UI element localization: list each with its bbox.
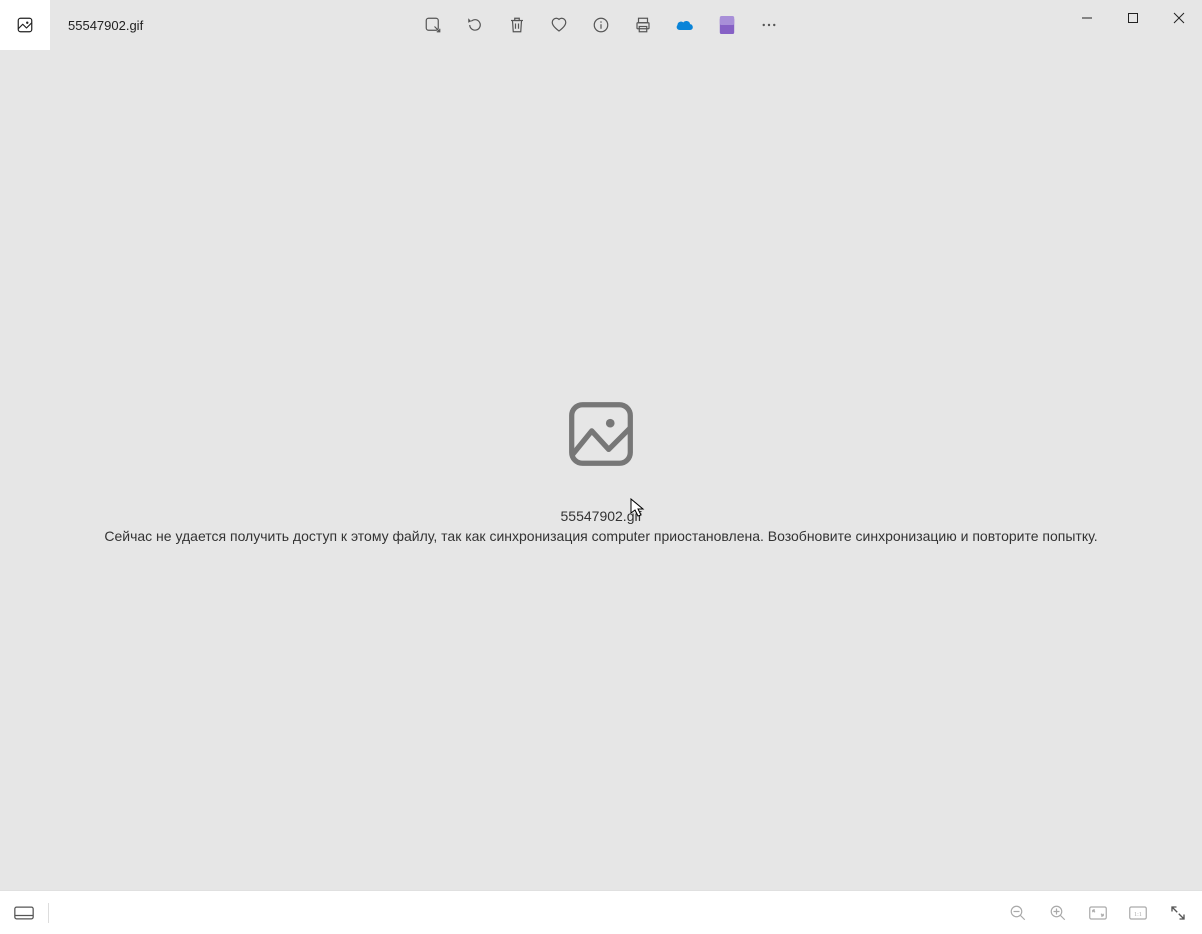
titlebar: 55547902.gif — [0, 0, 1202, 50]
minimize-icon — [1081, 12, 1093, 24]
print-button[interactable] — [633, 15, 653, 35]
error-message: Сейчас не удается получить доступ к этом… — [104, 528, 1097, 544]
clipchamp-button[interactable] — [717, 15, 737, 35]
image-placeholder — [564, 397, 638, 476]
toolbar — [423, 15, 779, 35]
divider — [48, 903, 49, 923]
more-icon — [760, 16, 778, 34]
photo-app-icon — [16, 16, 34, 34]
edit-button[interactable] — [423, 15, 443, 35]
svg-text:1:1: 1:1 — [1134, 912, 1142, 918]
fit-button[interactable] — [1088, 903, 1108, 923]
fit-icon — [1089, 906, 1107, 920]
actual-size-icon: 1:1 — [1129, 906, 1147, 920]
zoom-in-button[interactable] — [1048, 903, 1068, 923]
print-icon — [634, 16, 652, 34]
window-controls — [1064, 0, 1202, 36]
edit-icon — [424, 16, 442, 34]
info-button[interactable] — [591, 15, 611, 35]
error-filename: 55547902.gif — [561, 508, 642, 524]
file-title: 55547902.gif — [68, 18, 143, 33]
onedrive-button[interactable] — [675, 15, 695, 35]
zoom-in-icon — [1049, 904, 1067, 922]
heart-icon — [550, 16, 568, 34]
rotate-icon — [466, 16, 484, 34]
maximize-button[interactable] — [1110, 0, 1156, 36]
placeholder-image-icon — [564, 397, 638, 471]
actual-size-button[interactable]: 1:1 — [1128, 903, 1148, 923]
fullscreen-icon — [1169, 904, 1187, 922]
zoom-out-button[interactable] — [1008, 903, 1028, 923]
delete-button[interactable] — [507, 15, 527, 35]
onedrive-icon — [675, 18, 695, 32]
more-button[interactable] — [759, 15, 779, 35]
maximize-icon — [1127, 12, 1139, 24]
filmstrip-icon — [14, 906, 34, 920]
content-area: 55547902.gif Сейчас не удается получить … — [0, 50, 1202, 890]
info-icon — [592, 16, 610, 34]
trash-icon — [508, 16, 526, 34]
filmstrip-button[interactable] — [14, 903, 34, 923]
close-icon — [1173, 12, 1185, 24]
zoom-out-icon — [1009, 904, 1027, 922]
close-button[interactable] — [1156, 0, 1202, 36]
clipchamp-icon — [719, 16, 735, 34]
favorite-button[interactable] — [549, 15, 569, 35]
rotate-button[interactable] — [465, 15, 485, 35]
fullscreen-button[interactable] — [1168, 903, 1188, 923]
app-icon-badge — [0, 0, 50, 50]
minimize-button[interactable] — [1064, 0, 1110, 36]
bottom-toolbar: 1:1 — [0, 890, 1202, 934]
